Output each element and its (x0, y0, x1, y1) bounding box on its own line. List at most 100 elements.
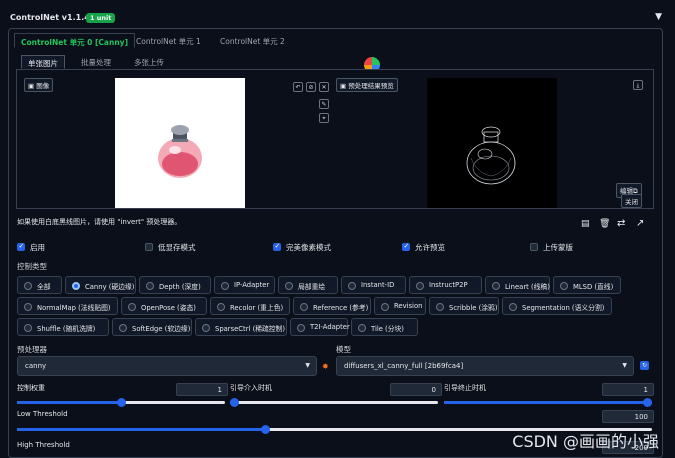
run-preprocessor-icon[interactable]: ✸ (322, 362, 329, 371)
close-preview-button[interactable]: 关闭 (621, 194, 642, 208)
tab-multi-upload[interactable]: 多张上传 (128, 55, 170, 69)
trash-icon[interactable]: 🗑 (599, 219, 610, 229)
tab-batch[interactable]: 批量处理 (75, 55, 117, 69)
lowvram-checkbox[interactable] (145, 243, 153, 251)
image-label: ▣ 图像 (24, 78, 54, 92)
control-type-option[interactable]: Instant-ID (341, 276, 406, 294)
perfume-bottle-image (158, 125, 202, 178)
chevron-down-icon: ▼ (305, 362, 310, 369)
radio-icon (416, 282, 424, 290)
control-type-label: NormalMap (法线贴图) (37, 304, 111, 312)
document-icon[interactable]: ▤ (581, 219, 590, 229)
tab-single-image[interactable]: 单张图片 (21, 55, 65, 69)
control-type-option[interactable]: 全部 (17, 276, 62, 294)
control-type-option[interactable]: Canny (硬边缘) (65, 276, 136, 294)
watermark: CSDN @画画的小强 (512, 432, 659, 451)
swap-icon[interactable]: ⇄ (617, 218, 625, 229)
weight-slider-handle[interactable] (117, 398, 126, 407)
radio-icon (560, 282, 568, 290)
control-type-label: SoftEdge (软边缘) (132, 325, 191, 333)
low-threshold-label: Low Threshold (17, 410, 68, 418)
radio-icon (24, 324, 32, 332)
low-threshold-input[interactable]: 100 (602, 410, 654, 423)
radio-icon (381, 303, 389, 311)
control-type-label: MLSD (直线) (573, 283, 614, 291)
clear-icon[interactable]: ⊘ (306, 82, 316, 92)
allow-preview-checkbox[interactable] (402, 242, 410, 251)
control-type-option[interactable]: Scribble (涂鸦) (429, 297, 499, 315)
image-icon: ▣ (340, 82, 349, 90)
control-type-option[interactable]: Shuffle (随机洗牌) (17, 318, 109, 336)
weight-slider[interactable] (17, 398, 225, 407)
control-type-label: Shuffle (随机洗牌) (37, 325, 96, 333)
radio-icon (202, 324, 210, 332)
radio-icon (119, 324, 127, 332)
start-slider[interactable] (230, 398, 438, 407)
control-type-option[interactable]: SoftEdge (软边缘) (112, 318, 192, 336)
start-input[interactable]: 0 (390, 383, 442, 396)
radio-icon (128, 303, 136, 311)
control-type-label: Depth (深度) (159, 283, 201, 291)
control-type-option[interactable]: Segmentation (语义分割) (502, 297, 612, 315)
enable-label: 启用 (30, 243, 45, 252)
input-image-canvas[interactable] (115, 78, 245, 208)
close-icon[interactable]: ✕ (319, 82, 329, 92)
pixel-perfect-checkbox[interactable] (273, 242, 281, 251)
enable-checkbox[interactable] (17, 242, 25, 251)
eyedropper-icon[interactable]: ⌖ (319, 113, 329, 123)
preprocessor-select[interactable]: canny ▼ (17, 356, 317, 376)
weight-input[interactable]: 1 (176, 383, 228, 396)
triangle-down-icon[interactable]: ▼ (655, 12, 662, 22)
weight-label: 控制权重 (17, 384, 45, 392)
allow-preview-label: 允许预览 (415, 243, 445, 252)
preprocessor-label: 预处理器 (17, 345, 47, 354)
control-type-option[interactable]: Recolor (重上色) (210, 297, 290, 315)
end-slider-handle[interactable] (643, 398, 652, 407)
tab-unit-2[interactable]: ControlNet 单元 2 (214, 33, 291, 48)
control-type-option[interactable]: NormalMap (法线贴图) (17, 297, 118, 315)
upload-mask-label: 上传蒙版 (543, 243, 573, 252)
control-type-option[interactable]: Revision (374, 297, 426, 315)
control-type-label: 控制类型 (17, 262, 47, 271)
control-type-label: SparseCtrl (稀疏控制) (215, 325, 286, 333)
control-type-option[interactable]: IP-Adapter (214, 276, 275, 294)
control-type-option[interactable]: Reference (参考) (293, 297, 371, 315)
radio-icon (358, 324, 366, 332)
control-type-option[interactable]: Depth (深度) (139, 276, 211, 294)
pixel-perfect-label: 完美像素模式 (286, 243, 331, 252)
upload-mask-checkbox[interactable] (530, 243, 538, 251)
end-input[interactable]: 1 (602, 383, 654, 396)
radio-icon (72, 282, 80, 290)
control-type-option[interactable]: OpenPose (姿态) (121, 297, 207, 315)
invert-hint: 如果使用白底黑线图片，请使用 "invert" 预处理器。 (17, 218, 182, 226)
start-slider-handle[interactable] (230, 398, 239, 407)
control-type-option[interactable]: 局部重绘 (278, 276, 338, 294)
control-type-label: Scribble (涂鸦) (449, 304, 498, 312)
lowvram-label: 低显存模式 (158, 243, 196, 252)
control-type-label: Instant-ID (361, 281, 395, 289)
end-slider[interactable] (444, 398, 652, 407)
undo-icon[interactable]: ↶ (293, 82, 303, 92)
control-type-label: Revision (394, 302, 423, 310)
send-arrow-icon[interactable]: ↗ (636, 218, 644, 229)
control-type-option[interactable]: Lineart (线稿) (485, 276, 550, 294)
download-icon[interactable]: ⤓ (633, 80, 643, 90)
control-type-option[interactable]: Tile (分块) (351, 318, 418, 336)
control-type-option[interactable]: MLSD (直线) (553, 276, 621, 294)
radio-icon (297, 324, 305, 332)
refresh-icon[interactable]: ↻ (640, 361, 649, 370)
control-type-option[interactable]: InstructP2P (409, 276, 482, 294)
tab-unit-0[interactable]: ControlNet 单元 0 [Canny] (14, 33, 135, 48)
control-type-label: InstructP2P (429, 281, 468, 289)
control-type-label: Tile (分块) (371, 325, 404, 333)
control-type-option[interactable]: T2I-Adapter (290, 318, 350, 336)
control-type-option[interactable]: SparseCtrl (稀疏控制) (195, 318, 287, 336)
model-select[interactable]: diffusers_xl_canny_full [2b69fca4] ▼ (336, 356, 634, 376)
image-icon: ▣ (28, 82, 37, 90)
pencil-icon[interactable]: ✎ (319, 99, 329, 109)
control-type-label: Segmentation (语义分割) (522, 304, 605, 312)
tab-unit-1[interactable]: ControlNet 单元 1 (130, 33, 207, 48)
low-threshold-slider-handle[interactable] (260, 425, 270, 434)
canny-edge-image (466, 126, 516, 185)
control-type-label: Canny (硬边缘) (85, 283, 135, 291)
